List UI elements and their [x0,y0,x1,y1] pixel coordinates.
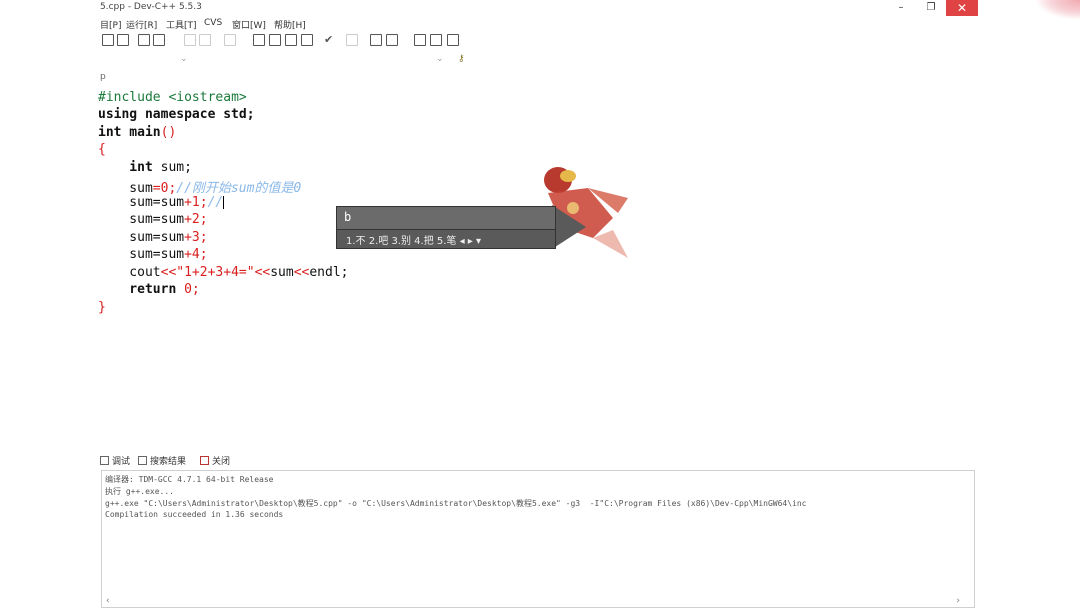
dev-cpp-window: 5.cpp - Dev-C++ 5.5.3 – ❐ ✕ 目[P] 运行[R] 工… [98,0,978,608]
menu-cvs[interactable]: CVS [204,18,222,28]
ime-composition-text: b [344,210,352,224]
code-line: sum=sum+1;// [98,195,225,210]
new-project-icon[interactable] [253,34,265,46]
search-results-icon [138,456,147,465]
layout-icon[interactable] [301,34,313,46]
code-line: int sum; [98,160,192,175]
forward-icon[interactable] [199,34,211,46]
code-line: sum=sum+3; [98,230,208,245]
code-line: using namespace std; [98,107,255,122]
tab-debug[interactable]: 调试 [100,454,130,467]
code-line: { [98,142,106,157]
ime-arrow-shape [552,205,586,249]
ime-candidate-popup[interactable]: b 1.不 2.吧 3.别 4.把 5.笔 ◂ ▸ ▾ [336,202,598,250]
log-line: 执行 g++.exe... [105,487,174,496]
chart-icon[interactable] [370,34,382,46]
chevron-down-icon[interactable]: ⌄ [180,54,188,64]
window-title: 5.cpp - Dev-C++ 5.5.3 [100,2,202,12]
maximize-button[interactable]: ❐ [918,0,944,16]
bookmark-icon[interactable] [224,34,236,46]
tab-close[interactable]: 关闭 [200,454,230,467]
unindent-icon[interactable] [153,34,165,46]
scroll-right-arrow[interactable]: › [956,596,960,606]
bookmarks-icon[interactable] [447,34,459,46]
menu-help[interactable]: 帮助[H] [274,18,306,31]
log-line: g++.exe "C:\Users\Administrator\Desktop\… [105,499,807,508]
bottom-panel-tabs: 调试 搜索结果 关闭 [98,454,978,468]
code-line: return 0; [98,282,200,297]
minimize-button[interactable]: – [888,0,914,16]
menu-bar: 目[P] 运行[R] 工具[T] CVS 窗口[W] 帮助[H] [98,16,978,31]
ime-input-bar [336,206,556,230]
goto-icon[interactable] [414,34,426,46]
compile-log[interactable]: 编译器: TDM-GCC 4.7.1 64-bit Release 执行 g++… [101,470,975,608]
title-bar: 5.cpp - Dev-C++ 5.5.3 – ❐ ✕ [98,0,978,16]
log-line: 编译器: TDM-GCC 4.7.1 64-bit Release [105,475,274,484]
code-line: sum=sum+4; [98,247,208,262]
compiler-combo-row: ⌄ ⌄ ⚷ [98,54,978,66]
log-line: Compilation succeeded in 1.36 seconds [105,510,284,519]
debug-icon [100,456,109,465]
code-line: #include <iostream> [98,90,247,105]
close-button[interactable]: ✕ [946,0,978,16]
back-icon[interactable] [184,34,196,46]
background-pink-blob [1035,0,1080,20]
menu-tools[interactable]: 工具[T] [166,18,197,31]
profile-icon[interactable] [386,34,398,46]
menu-window[interactable]: 窗口[W] [232,18,266,31]
code-line: sum=sum+2; [98,212,208,227]
class-browser-icon[interactable] [285,34,297,46]
run-disabled-icon[interactable] [346,34,358,46]
key-icon[interactable]: ⚷ [458,54,465,64]
find-icon[interactable] [102,34,114,46]
code-line: sum=0;//刚开始sum的值是0 [98,181,302,196]
replace-icon[interactable] [117,34,129,46]
code-line: } [98,300,106,315]
indent-icon[interactable] [138,34,150,46]
check-icon[interactable]: ✔ [324,34,336,46]
code-line: int main() [98,125,177,140]
toolbar: ✔ [98,32,978,50]
close-icon [200,456,209,465]
open-project-icon[interactable] [269,34,281,46]
menu-run[interactable]: 运行[R] [126,18,157,31]
chevron-down-icon[interactable]: ⌄ [436,54,444,64]
file-tab-label: p [100,72,106,82]
ime-candidate-list[interactable]: 1.不 2.吧 3.别 4.把 5.笔 ◂ ▸ ▾ [346,232,481,247]
text-caret [223,196,225,209]
menu-project[interactable]: 目[P] [100,18,121,31]
tab-search-results[interactable]: 搜索结果 [138,454,186,467]
import-icon[interactable] [430,34,442,46]
code-line: cout<<"1+2+3+4="<<sum<<endl; [98,265,349,280]
scroll-left-arrow[interactable]: ‹ [106,596,110,606]
